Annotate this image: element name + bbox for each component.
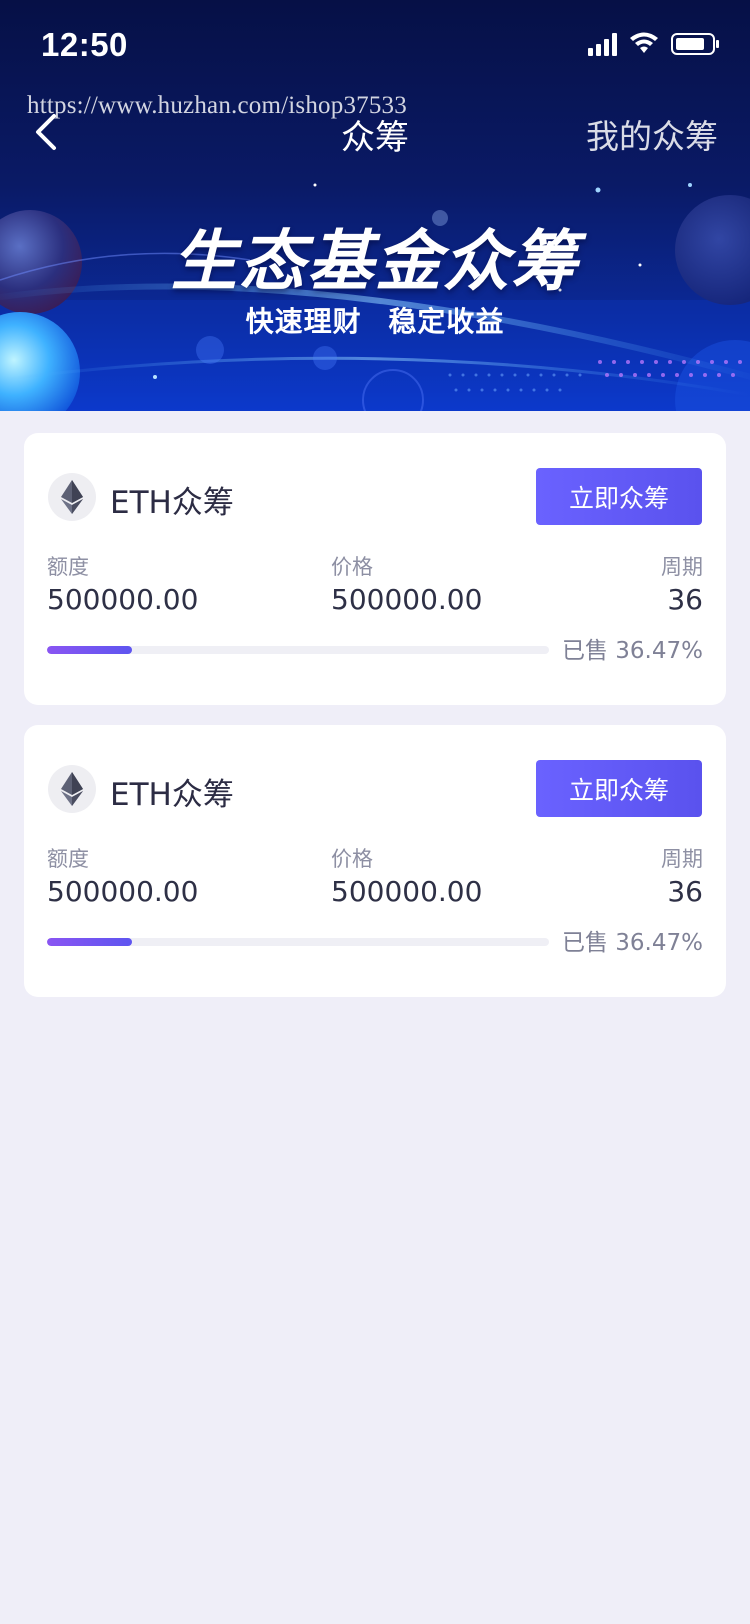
sold-percentage: 已售 36.47% bbox=[561, 638, 703, 664]
quota-value: 500000.00 bbox=[47, 875, 199, 908]
ethereum-icon bbox=[48, 765, 96, 813]
crowdfunding-card: ETH众筹 立即众筹 额度 价格 周期 500000.00 500000.00 … bbox=[24, 725, 726, 997]
my-crowdfunding-link[interactable]: 我的众筹 bbox=[586, 110, 718, 158]
sold-progress-bar bbox=[47, 938, 549, 946]
sold-percentage: 已售 36.47% bbox=[561, 930, 703, 956]
sold-progress-bar bbox=[47, 646, 549, 654]
status-time: 12:50 bbox=[41, 26, 128, 63]
crowdfunding-page: 12:50 https://www.huzhan.com/ishop37533 bbox=[0, 0, 750, 1624]
sold-progress-fill bbox=[47, 938, 133, 946]
hero-banner: 12:50 https://www.huzhan.com/ishop37533 bbox=[0, 0, 750, 411]
banner-title: 生态基金众筹 bbox=[171, 223, 579, 300]
price-label: 价格 bbox=[331, 847, 373, 871]
signal-icon bbox=[588, 33, 617, 56]
banner-subtitle: 快速理财 稳定收益 bbox=[245, 305, 505, 338]
quota-value: 500000.00 bbox=[47, 583, 199, 616]
period-value: 36 bbox=[667, 583, 703, 616]
wifi-icon bbox=[630, 32, 658, 53]
coin-name: ETH众筹 bbox=[110, 777, 234, 813]
price-value: 500000.00 bbox=[331, 875, 483, 908]
quota-label: 额度 bbox=[47, 555, 89, 579]
coin-name: ETH众筹 bbox=[110, 485, 234, 521]
price-value: 500000.00 bbox=[331, 583, 483, 616]
period-value: 36 bbox=[667, 875, 703, 908]
join-crowdfunding-button[interactable]: 立即众筹 bbox=[536, 468, 702, 525]
sold-progress-fill bbox=[47, 646, 133, 654]
price-label: 价格 bbox=[331, 555, 373, 579]
period-label: 周期 bbox=[661, 555, 703, 579]
quota-label: 额度 bbox=[47, 847, 89, 871]
crowdfunding-card: ETH众筹 立即众筹 额度 价格 周期 500000.00 500000.00 … bbox=[24, 433, 726, 705]
battery-icon bbox=[671, 33, 719, 55]
ethereum-icon bbox=[48, 473, 96, 521]
status-icons bbox=[588, 32, 719, 56]
join-crowdfunding-button[interactable]: 立即众筹 bbox=[536, 760, 702, 817]
period-label: 周期 bbox=[661, 847, 703, 871]
